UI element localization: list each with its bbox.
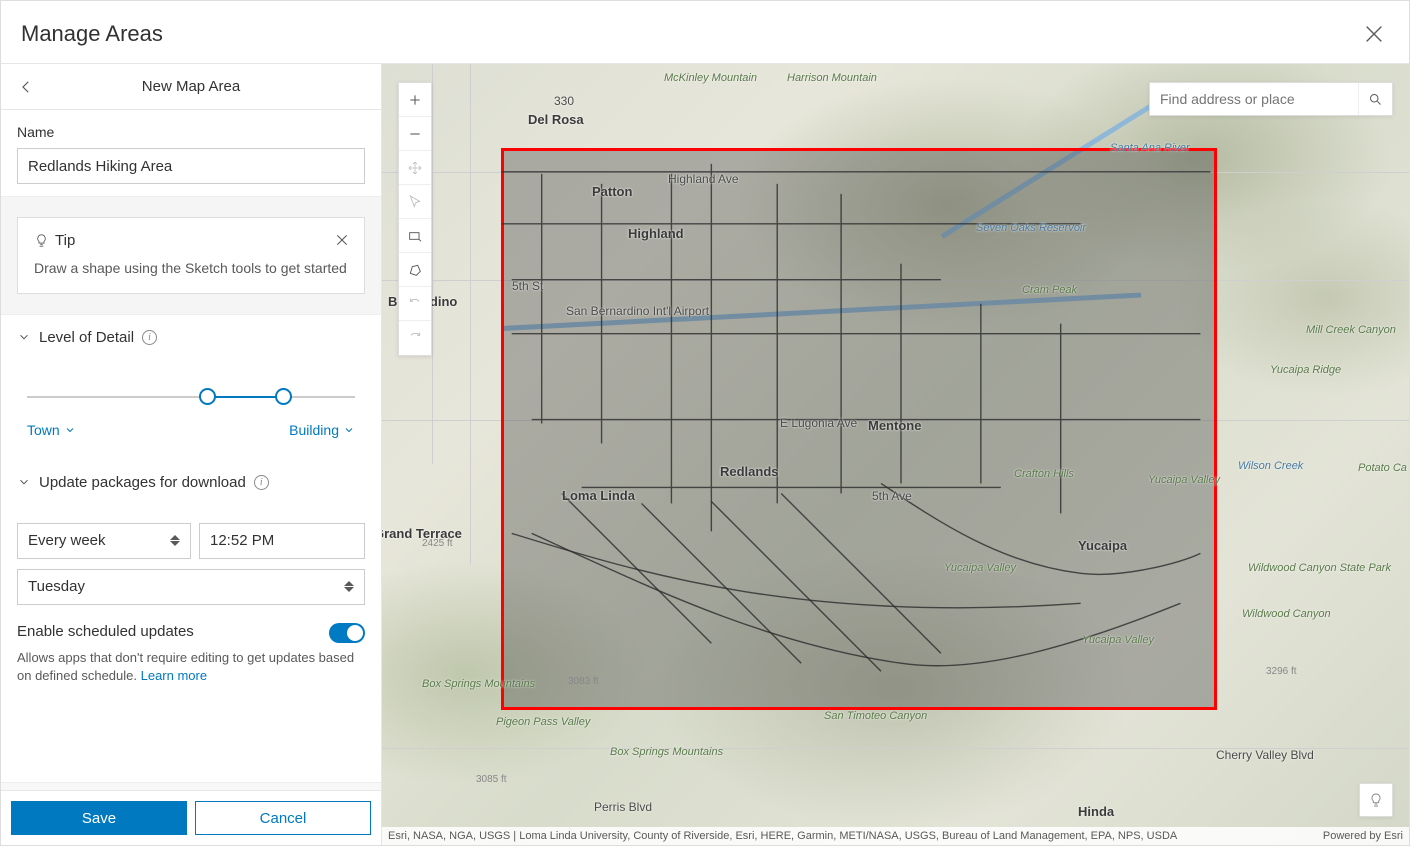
panel-header: New Map Area bbox=[1, 64, 381, 110]
info-icon[interactable]: i bbox=[142, 330, 157, 345]
schedule-header[interactable]: Update packages for download i bbox=[1, 460, 381, 501]
search-input[interactable] bbox=[1150, 91, 1358, 107]
footer: Save Cancel bbox=[1, 790, 381, 845]
chevron-down-icon bbox=[64, 424, 76, 436]
close-icon[interactable] bbox=[1363, 23, 1385, 45]
info-icon[interactable]: i bbox=[254, 475, 269, 490]
pan-tool[interactable] bbox=[399, 151, 431, 185]
panel-title: New Map Area bbox=[17, 78, 365, 95]
attribution-sources: Esri, NASA, NGA, USGS | Loma Linda Unive… bbox=[388, 830, 1177, 842]
learn-more-link[interactable]: Learn more bbox=[141, 668, 207, 683]
tip-head: Tip bbox=[34, 232, 348, 249]
rectangle-sketch-tool[interactable] bbox=[399, 219, 431, 253]
tip-close-icon[interactable] bbox=[334, 232, 350, 248]
zoom-out-button[interactable] bbox=[399, 117, 431, 151]
window-title: Manage Areas bbox=[21, 21, 163, 47]
day-select[interactable]: Tuesday bbox=[17, 569, 365, 605]
polygon-sketch-tool[interactable] bbox=[399, 253, 431, 287]
toggle-row: Enable scheduled updates bbox=[1, 619, 381, 647]
map-toolbar bbox=[398, 82, 432, 356]
lightbulb-icon bbox=[34, 233, 49, 248]
spinner-icon bbox=[344, 570, 356, 604]
lod-header[interactable]: Level of Detail i bbox=[1, 315, 381, 356]
tip-body: Draw a shape using the Sketch tools to g… bbox=[34, 259, 348, 279]
chevron-down-icon bbox=[343, 424, 355, 436]
panel-content: Name Tip Draw a shape using the Sketch t… bbox=[1, 110, 381, 782]
schedule-row1: Every week 12:52 PM bbox=[1, 523, 381, 569]
lightbulb-icon bbox=[1368, 792, 1384, 808]
name-section: Name bbox=[1, 110, 381, 196]
select-tool[interactable] bbox=[399, 185, 431, 219]
lod-min-dropdown[interactable]: Town bbox=[27, 422, 76, 438]
schedule-title: Update packages for download bbox=[39, 474, 246, 491]
attribution-powered: Powered by Esri bbox=[1323, 830, 1403, 842]
map-attribution: Esri, NASA, NGA, USGS | Loma Linda Unive… bbox=[382, 827, 1409, 845]
frequency-select[interactable]: Every week bbox=[17, 523, 191, 559]
redo-button[interactable] bbox=[399, 321, 431, 355]
hint-button[interactable] bbox=[1359, 783, 1393, 817]
tip-section: Tip Draw a shape using the Sketch tools … bbox=[1, 196, 381, 315]
slider-handle-min[interactable] bbox=[199, 388, 216, 405]
undo-button[interactable] bbox=[399, 287, 431, 321]
sidebar: New Map Area Name Tip Draw a shape using… bbox=[1, 64, 382, 845]
tip-card: Tip Draw a shape using the Sketch tools … bbox=[17, 217, 365, 294]
name-input[interactable] bbox=[17, 148, 365, 184]
time-select[interactable]: 12:52 PM bbox=[199, 523, 365, 559]
back-icon[interactable] bbox=[17, 78, 35, 96]
toggle-description: Allows apps that don't require editing t… bbox=[1, 647, 381, 703]
manage-areas-window: Manage Areas New Map Area Name Tip bbox=[0, 0, 1410, 846]
lod-title: Level of Detail bbox=[39, 329, 134, 346]
save-button[interactable]: Save bbox=[11, 801, 187, 835]
zoom-in-button[interactable] bbox=[399, 83, 431, 117]
spinner-icon bbox=[170, 524, 182, 558]
body: New Map Area Name Tip Draw a shape using… bbox=[1, 64, 1409, 845]
scheduled-updates-toggle[interactable] bbox=[329, 623, 365, 643]
toggle-label: Enable scheduled updates bbox=[17, 623, 194, 640]
road-network bbox=[382, 64, 1409, 845]
search-button[interactable] bbox=[1358, 83, 1392, 115]
lod-max-dropdown[interactable]: Building bbox=[289, 422, 355, 438]
slider-handle-max[interactable] bbox=[275, 388, 292, 405]
cancel-button[interactable]: Cancel bbox=[195, 801, 371, 835]
name-label: Name bbox=[17, 124, 365, 140]
chevron-down-icon bbox=[17, 330, 31, 344]
search-icon bbox=[1368, 92, 1383, 107]
map-search bbox=[1149, 82, 1393, 116]
titlebar: Manage Areas bbox=[1, 1, 1409, 64]
lod-body: Town Building bbox=[1, 356, 381, 460]
tip-heading: Tip bbox=[55, 232, 75, 249]
map-canvas[interactable]: McKinley MountainHarrison MountainDel Ro… bbox=[382, 64, 1409, 845]
lod-slider[interactable]: Town Building bbox=[17, 356, 365, 448]
chevron-down-icon bbox=[17, 475, 31, 489]
